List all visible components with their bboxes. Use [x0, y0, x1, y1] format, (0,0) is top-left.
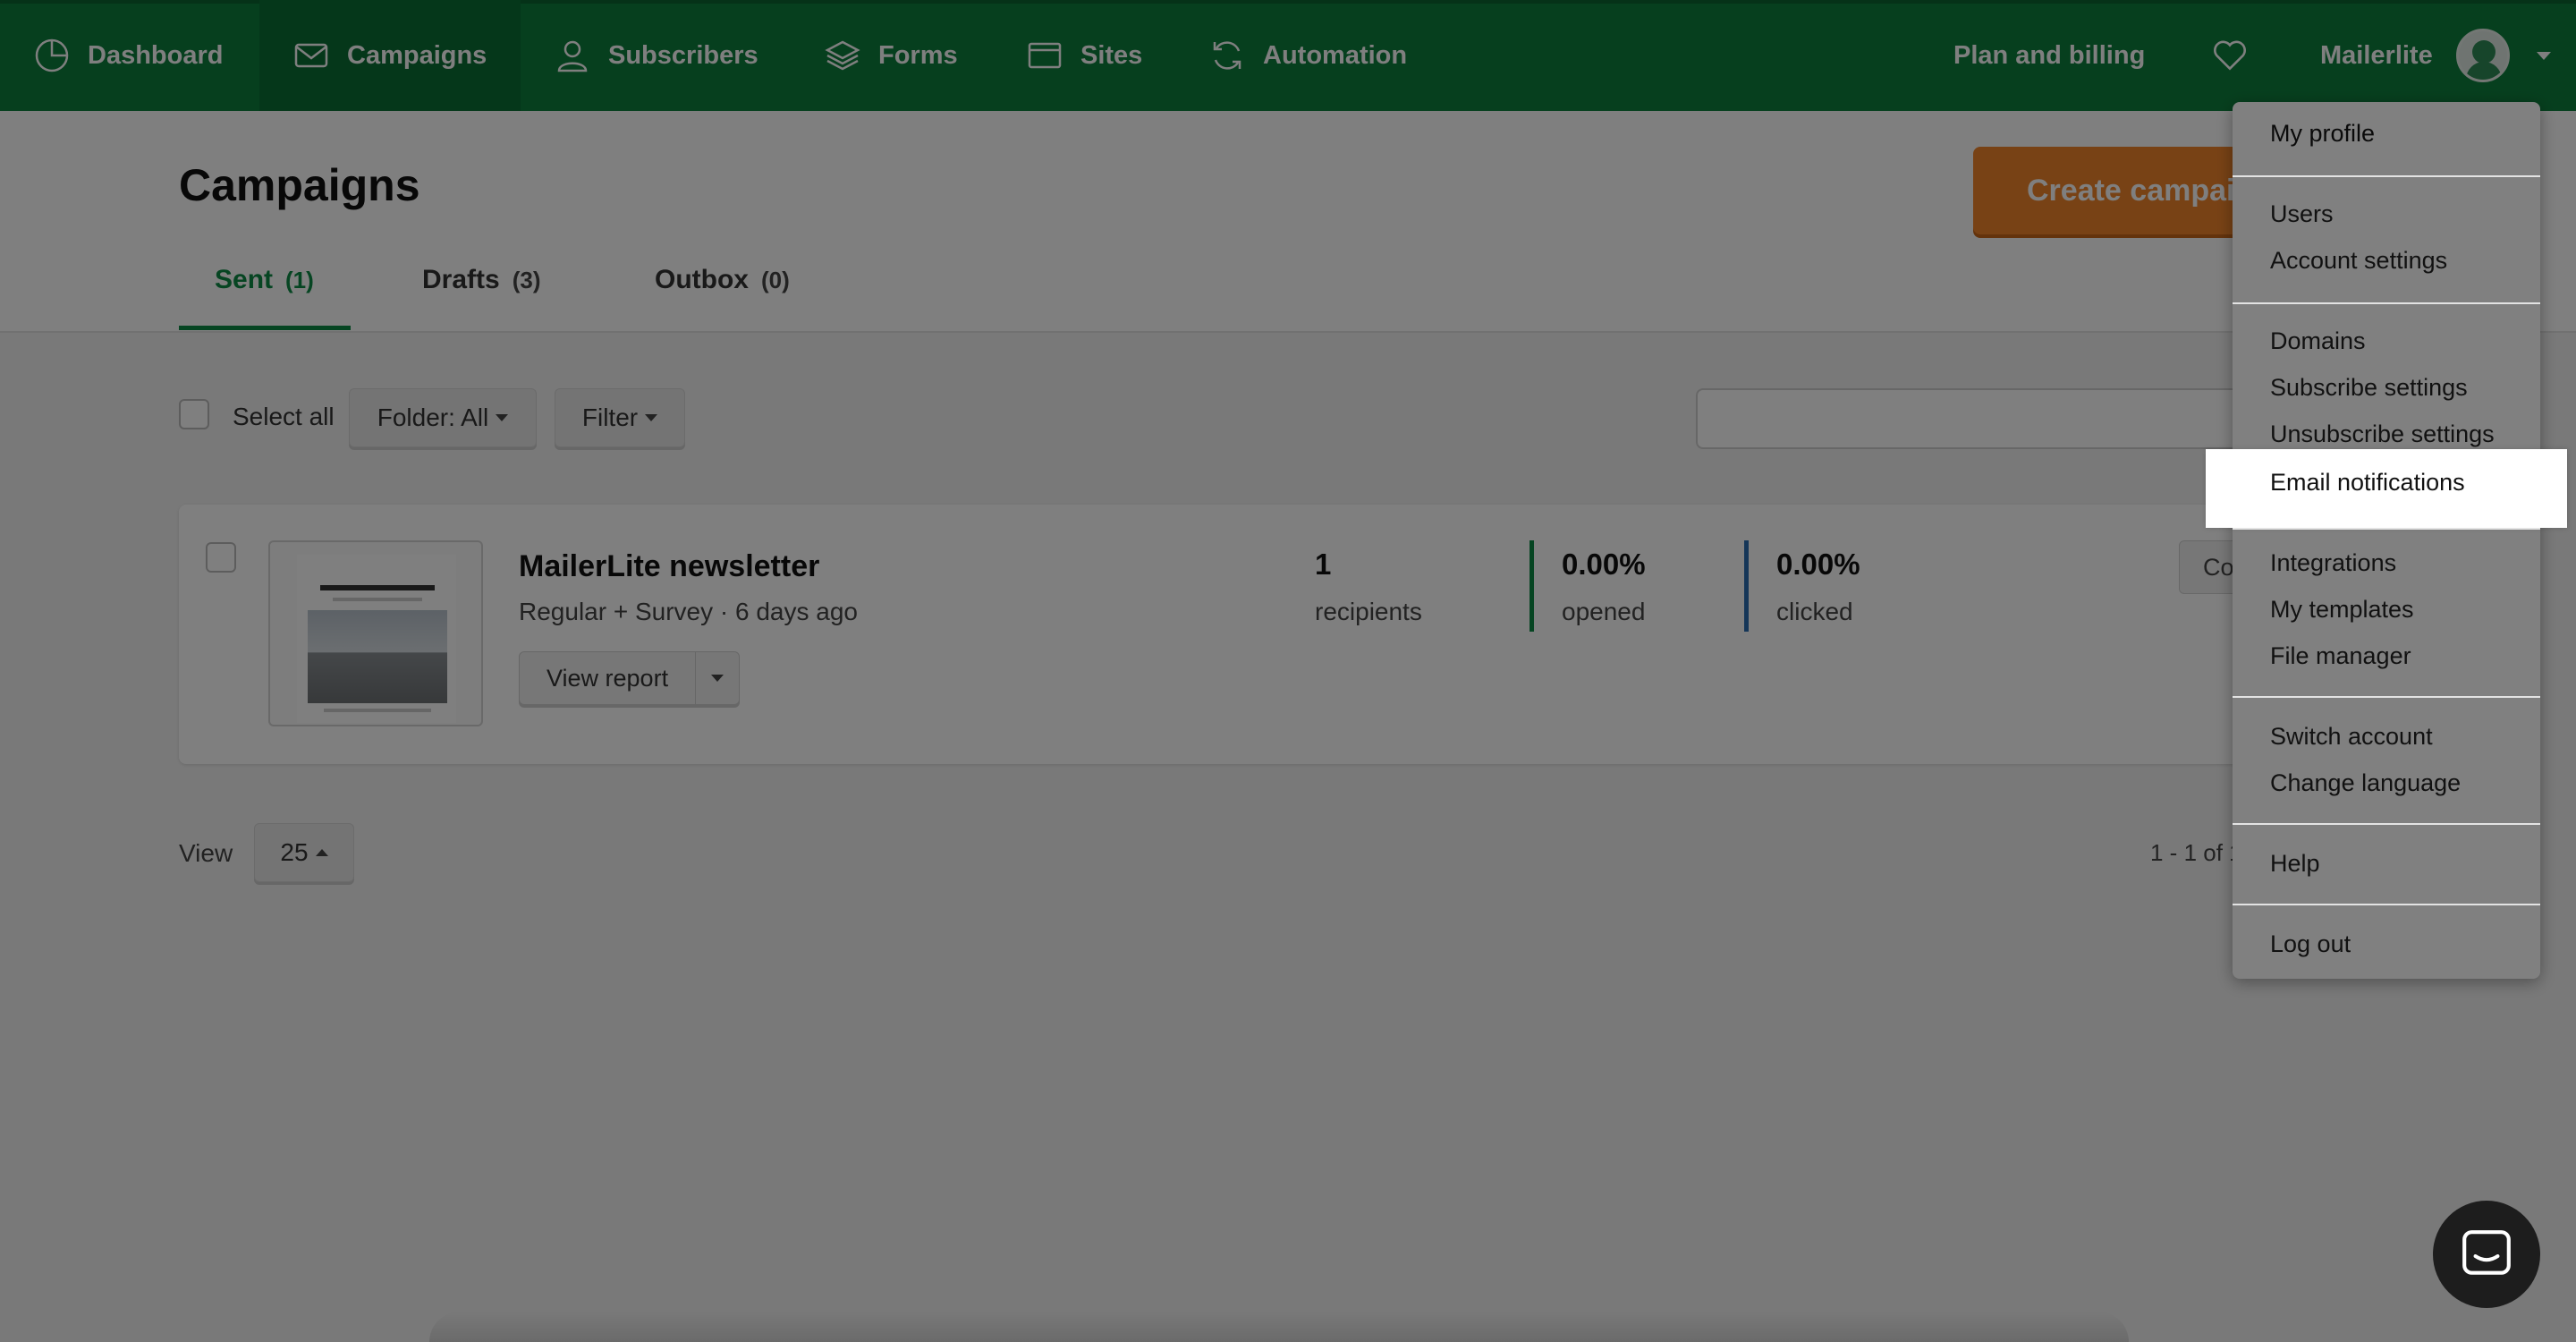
menu-divider: [2233, 175, 2540, 177]
menu-item-help[interactable]: Help: [2270, 850, 2320, 878]
menu-item-my-profile[interactable]: My profile: [2270, 120, 2375, 148]
menu-item-switch-account[interactable]: Switch account: [2270, 723, 2433, 751]
menu-item-file-manager[interactable]: File manager: [2270, 642, 2411, 670]
menu-item-email-notifications[interactable]: Email notifications: [2206, 449, 2567, 528]
menu-divider: [2233, 696, 2540, 698]
account-dropdown-menu: [2233, 102, 2540, 979]
menu-item-log-out[interactable]: Log out: [2270, 930, 2351, 958]
menu-item-account-settings[interactable]: Account settings: [2270, 247, 2447, 275]
menu-item-users[interactable]: Users: [2270, 200, 2334, 228]
bottom-panel-shadow: [429, 1312, 2129, 1342]
menu-item-subscribe-settings[interactable]: Subscribe settings: [2270, 374, 2468, 402]
modal-backdrop[interactable]: [0, 0, 2576, 1342]
chat-icon: [2462, 1230, 2511, 1275]
menu-item-domains[interactable]: Domains: [2270, 327, 2366, 355]
menu-divider: [2233, 302, 2540, 304]
menu-divider: [2233, 823, 2540, 825]
menu-item-my-templates[interactable]: My templates: [2270, 596, 2414, 624]
chat-launcher-button[interactable]: [2433, 1201, 2540, 1308]
menu-item-integrations[interactable]: Integrations: [2270, 549, 2396, 577]
menu-divider: [2233, 528, 2540, 530]
menu-item-label: Email notifications: [2270, 469, 2465, 496]
menu-item-change-language[interactable]: Change language: [2270, 769, 2461, 797]
menu-divider: [2233, 904, 2540, 905]
menu-item-unsubscribe-settings[interactable]: Unsubscribe settings: [2270, 420, 2495, 448]
